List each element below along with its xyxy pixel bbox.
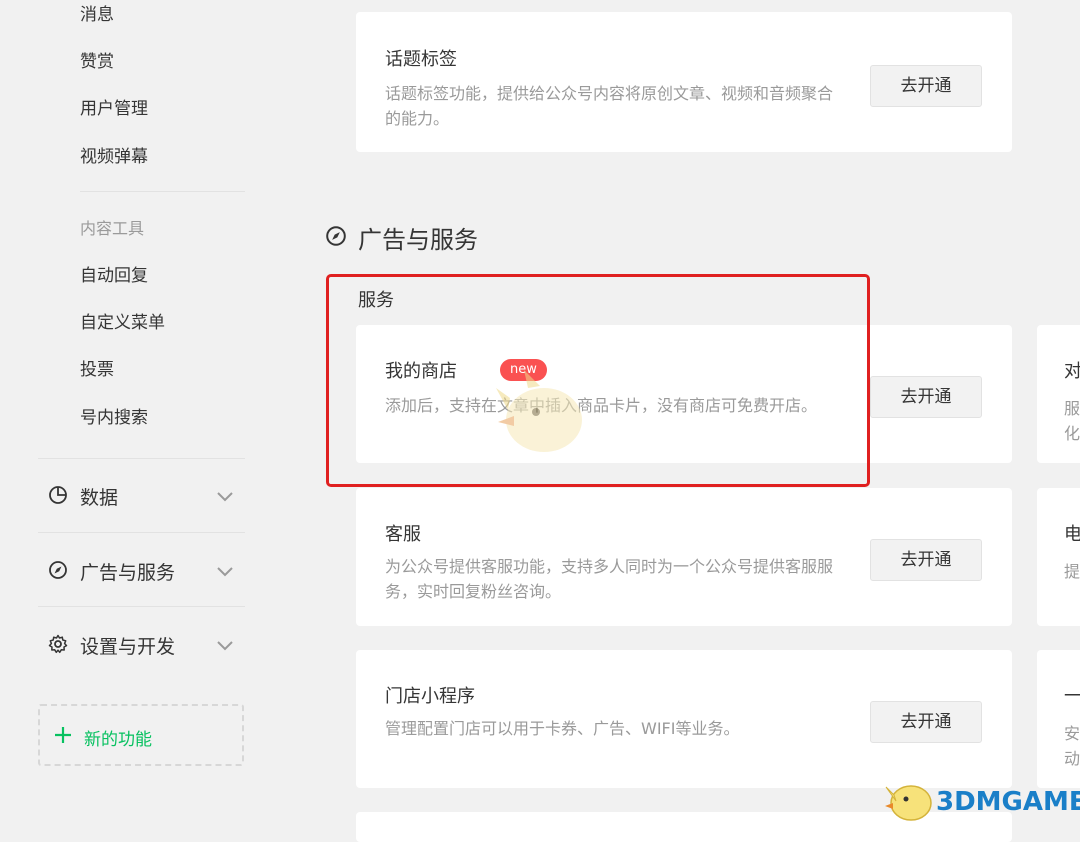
- activate-button[interactable]: 去开通: [870, 701, 982, 743]
- card-description: 化: [1064, 424, 1080, 443]
- divider: [38, 458, 245, 459]
- section-title-label: 广告与服务: [358, 226, 478, 254]
- sidebar-item-auto-reply[interactable]: 自动回复: [80, 264, 148, 288]
- sidebar-section-ads-services[interactable]: 广告与服务: [38, 550, 244, 590]
- sidebar-section-data[interactable]: 数据: [38, 475, 244, 515]
- chevron-down-icon: [217, 492, 233, 502]
- new-function-label: 新的功能: [84, 730, 152, 750]
- gear-icon: [48, 634, 68, 654]
- right-card-partial: 一 安 动: [1037, 650, 1080, 788]
- card-description: 安: [1064, 724, 1080, 743]
- right-card-partial: 电 提: [1037, 488, 1080, 626]
- divider: [80, 191, 245, 192]
- sidebar-section-settings-dev[interactable]: 设置与开发: [38, 624, 244, 664]
- highlight-box: [326, 274, 870, 487]
- compass-icon: [326, 226, 346, 246]
- plus-icon: [55, 727, 71, 743]
- sidebar-section-label: 设置与开发: [80, 636, 176, 658]
- 3dmgame-watermark: 3DMGAME: [884, 775, 1080, 825]
- activate-button[interactable]: 去开通: [870, 65, 982, 107]
- activate-button[interactable]: 去开通: [870, 539, 982, 581]
- divider: [38, 532, 245, 533]
- service-card-store-mini-program: 门店小程序 管理配置门店可以用于卡券、广告、WIFI等业务。 去开通: [356, 650, 1012, 788]
- content-tools-label: 内容工具: [80, 219, 145, 238]
- compass-icon: [49, 561, 67, 579]
- chevron-down-icon: [217, 567, 233, 577]
- card-description: 服: [1064, 399, 1080, 418]
- card-description: 提: [1064, 562, 1080, 581]
- card-description: 动: [1064, 749, 1080, 768]
- mascot-watermark-icon: [496, 370, 582, 452]
- chevron-down-icon: [217, 641, 233, 651]
- sidebar-item-video-danmaku[interactable]: 视频弹幕: [80, 145, 148, 169]
- card-description: 为公众号提供客服功能，支持多人同时为一个公众号提供客服服务，实时回复粉丝咨询。: [385, 557, 834, 601]
- sidebar-section-label: 广告与服务: [80, 562, 176, 584]
- sidebar-item-vote[interactable]: 投票: [80, 358, 114, 382]
- mascot-logo-icon: [885, 785, 932, 821]
- card-title: 一: [1064, 686, 1080, 707]
- sidebar-item-messages[interactable]: 消息: [80, 3, 114, 27]
- card-title: 对: [1064, 361, 1080, 382]
- divider: [38, 606, 245, 607]
- right-card-partial: 对 服 化: [1037, 325, 1080, 463]
- sidebar-item-appreciation[interactable]: 赞赏: [80, 50, 114, 74]
- pie-chart-icon: [49, 486, 67, 504]
- activate-button[interactable]: 去开通: [870, 376, 982, 418]
- watermark-text: 3DMGAME: [936, 787, 1080, 817]
- sidebar-item-custom-menu[interactable]: 自定义菜单: [80, 311, 165, 335]
- card-title: 电: [1064, 524, 1080, 545]
- topic-tag-card: 话题标签 话题标签功能，提供给公众号内容将原创文章、视频和音频聚合的能力。 去开…: [356, 12, 1012, 152]
- sidebar-item-user-management[interactable]: 用户管理: [80, 97, 148, 121]
- new-function-button[interactable]: 新的功能: [38, 704, 244, 766]
- sidebar: 消息 赞赏 用户管理 视频弹幕 内容工具 自动回复 自定义菜单 投票 号内搜索 …: [0, 0, 300, 827]
- card-description: 管理配置门店可以用于卡券、广告、WIFI等业务。: [385, 719, 740, 738]
- sidebar-section-label: 数据: [80, 487, 119, 509]
- sidebar-item-in-account-search[interactable]: 号内搜索: [80, 406, 148, 430]
- card-title: 话题标签: [385, 49, 457, 70]
- service-card-customer-service: 客服 为公众号提供客服功能，支持多人同时为一个公众号提供客服服务，实时回复粉丝咨…: [356, 488, 1012, 626]
- card-description: 话题标签功能，提供给公众号内容将原创文章、视频和音频聚合的能力。: [385, 84, 834, 128]
- card-title: 客服: [385, 524, 421, 545]
- card-title: 门店小程序: [385, 686, 475, 707]
